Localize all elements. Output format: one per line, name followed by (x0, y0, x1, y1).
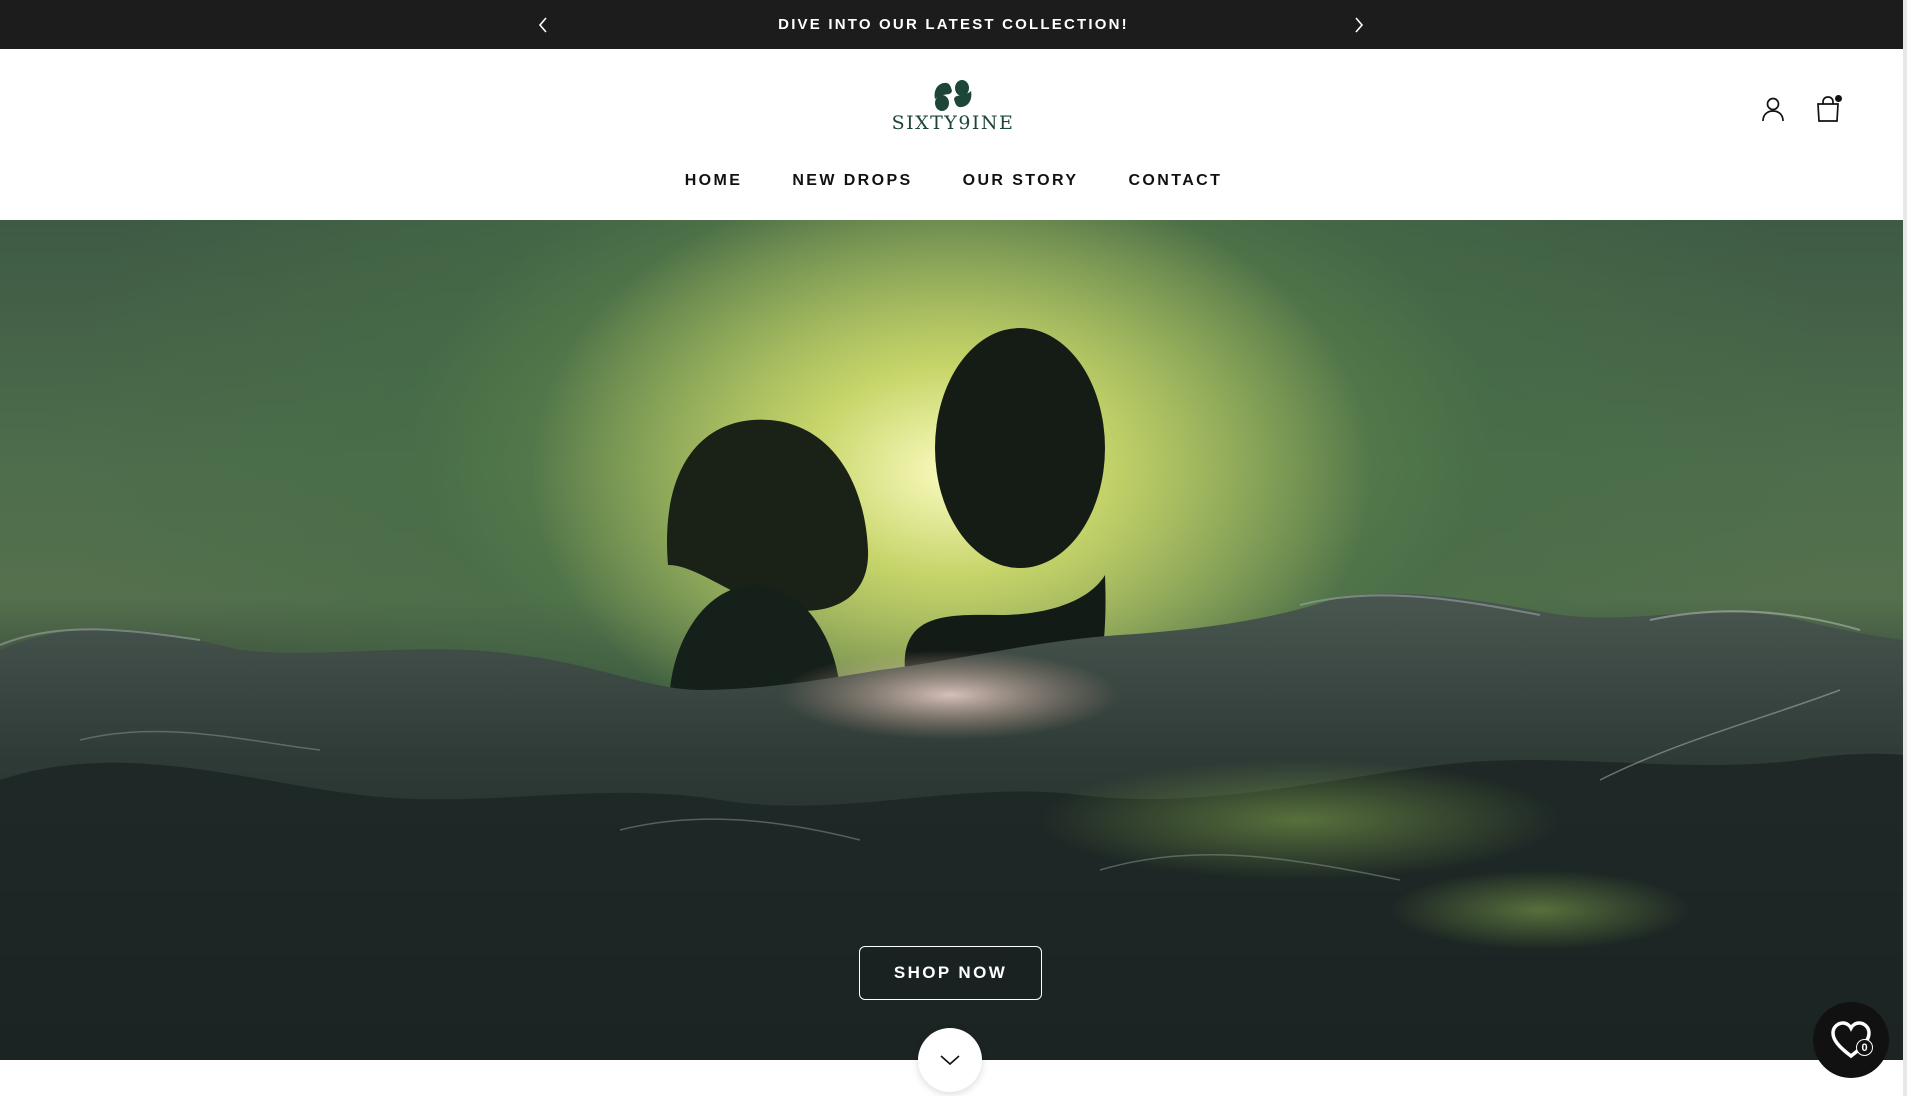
hero-ocean-logo-image (0, 328, 1903, 1060)
logo-mark-icon (934, 80, 972, 111)
main-nav: HOME NEW DROPS OUR STORY CONTACT (0, 172, 1907, 194)
announcement-text: DIVE INTO OUR LATEST COLLECTION! (778, 16, 1129, 33)
cart-icon[interactable] (1812, 93, 1844, 125)
logo-wordmark: SIXTY9INE (891, 112, 1015, 134)
site-header: SIXTY9INE HOME NEW DROPS OUR STORY CONTA… (0, 49, 1907, 220)
chevron-down-icon[interactable] (918, 1028, 982, 1092)
wishlist-button[interactable]: 0 (1813, 1002, 1889, 1078)
announcement-bar: DIVE INTO OUR LATEST COLLECTION! (0, 0, 1907, 49)
nav-item-new-drops[interactable]: NEW DROPS (792, 172, 912, 194)
cart-indicator-dot (1834, 94, 1843, 103)
nav-item-contact[interactable]: CONTACT (1128, 172, 1222, 194)
account-icon[interactable] (1757, 93, 1789, 125)
wishlist-count-badge: 0 (1856, 1039, 1873, 1056)
page-scrollbar[interactable] (1903, 0, 1907, 1096)
chevron-right-icon[interactable] (1347, 13, 1371, 37)
nav-item-home[interactable]: HOME (685, 172, 743, 194)
nav-item-our-story[interactable]: OUR STORY (963, 172, 1079, 194)
logo[interactable]: SIXTY9INE (883, 79, 1023, 139)
shop-now-button[interactable]: SHOP NOW (859, 946, 1042, 1000)
hero-banner (0, 220, 1903, 1060)
